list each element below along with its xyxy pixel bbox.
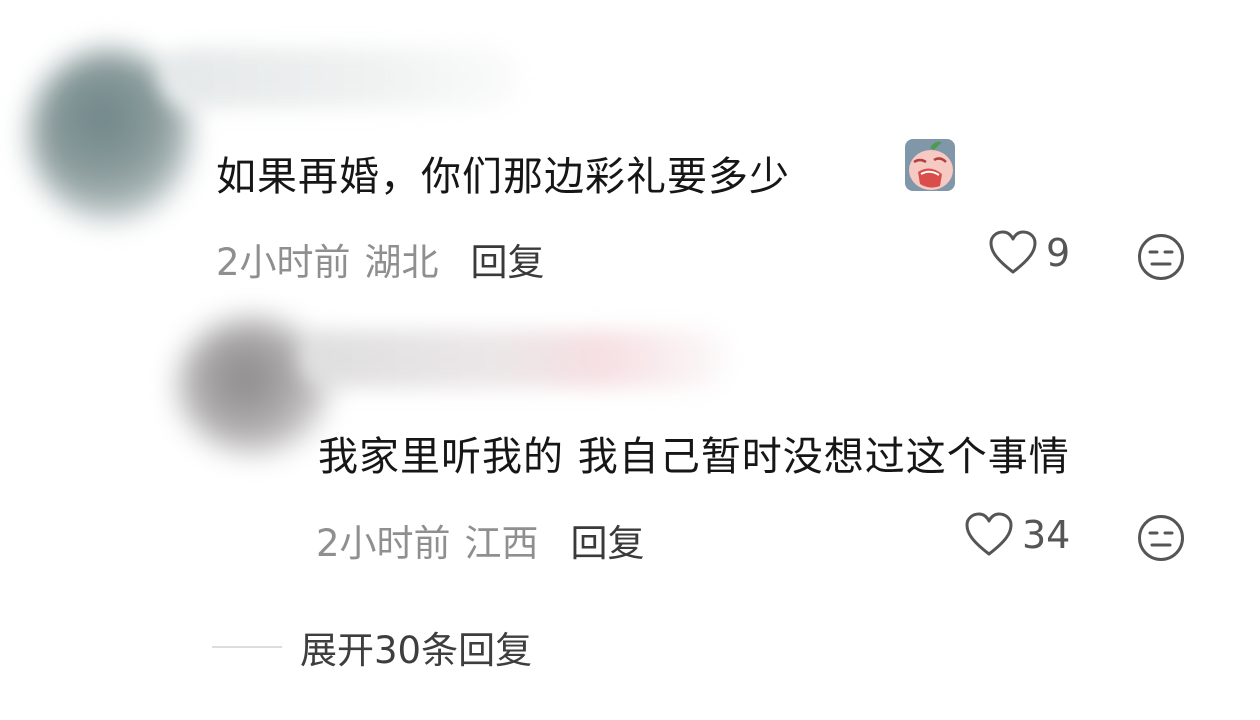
reply-time: 2小时前: [316, 522, 451, 565]
heart-outline-icon: [965, 512, 1013, 556]
comment-location: 湖北: [364, 241, 439, 284]
reply-button[interactable]: 回复: [471, 232, 545, 286]
commenter-username[interactable]: [160, 48, 520, 108]
expand-replies-label: 展开30条回复: [300, 629, 533, 672]
reply-meta: 2小时前 江西 回复: [316, 513, 645, 567]
like-count: 9: [1046, 231, 1071, 275]
heart-outline-icon: [989, 230, 1037, 274]
expand-replies-button[interactable]: 展开30条回复: [212, 620, 532, 674]
neutral-face-icon[interactable]: [1136, 232, 1186, 282]
neutral-face-icon[interactable]: [1136, 513, 1186, 563]
reply-text: 我家里听我的 我自己暂时没想过这个事情: [318, 434, 1070, 480]
like-button[interactable]: 34: [964, 512, 1070, 558]
comment-text: 如果再婚，你们那边彩礼要多少: [216, 154, 790, 200]
divider-line: [212, 646, 282, 648]
reply-button[interactable]: 回复: [571, 513, 645, 567]
replier-avatar[interactable]: [178, 318, 328, 453]
like-count: 34: [1022, 513, 1071, 557]
crying-face-emoji: [905, 139, 955, 191]
replier-username[interactable]: [300, 330, 730, 388]
comment-time: 2小时前: [216, 241, 351, 284]
like-button[interactable]: 9: [988, 230, 1070, 276]
reply-location: 江西: [464, 522, 539, 565]
comment-meta: 2小时前 湖北 回复: [216, 232, 545, 286]
